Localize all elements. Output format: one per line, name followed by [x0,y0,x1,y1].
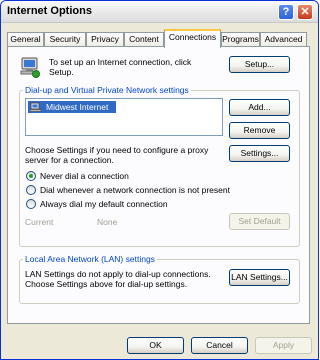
lan-group-legend: Local Area Network (LAN) settings [23,254,157,264]
tab-connections[interactable]: Connections [164,29,221,48]
connections-listbox[interactable]: Midwest Internet [25,98,223,136]
current-label: Current [25,217,54,227]
never-dial-radio[interactable] [26,171,36,181]
set-default-button[interactable]: Set Default [229,213,290,230]
lan-description-line1: LAN Settings do not apply to dial-up con… [25,269,211,279]
tab-security[interactable]: Security [44,32,86,47]
proxy-description-line2: server for a connection. [25,155,114,165]
apply-button[interactable]: Apply [255,337,312,354]
help-button[interactable]: ? [278,4,294,20]
always-dial-radio[interactable] [26,199,36,209]
window-title: Internet Options [7,5,92,17]
settings-button[interactable]: Settings... [229,145,290,162]
connections-panel: To set up an Internet connection, click … [7,46,310,324]
list-item-label: Midwest Internet [46,102,109,112]
never-dial-label[interactable]: Never dial a connection [40,171,129,181]
tab-general[interactable]: General [7,32,44,47]
setup-button[interactable]: Setup... [229,56,290,73]
lan-description-line2: Choose Settings above for dial-up settin… [25,279,188,289]
dialup-group-legend: Dial-up and Virtual Private Network sett… [23,85,191,95]
ok-button[interactable]: OK [127,337,184,354]
lan-settings-button[interactable]: LAN Settings... [229,269,290,286]
dial-when-needed-radio[interactable] [26,185,36,195]
title-bar[interactable]: Internet Options ? ✕ [1,1,318,23]
tab-programs[interactable]: Programs [221,32,260,47]
tab-content[interactable]: Content [124,32,164,47]
dial-when-needed-label[interactable]: Dial whenever a network connection is no… [40,185,230,195]
internet-options-dialog: Internet Options ? ✕ General Security Pr… [0,0,319,360]
tab-privacy[interactable]: Privacy [86,32,124,47]
cancel-button[interactable]: Cancel [191,337,248,354]
remove-button[interactable]: Remove [229,122,290,139]
setup-description-line2: Setup. [49,67,74,77]
tab-advanced[interactable]: Advanced [260,32,307,47]
dialup-connection-icon [29,102,42,112]
current-value: None [97,217,118,227]
always-dial-label[interactable]: Always dial my default connection [40,199,168,209]
radio-selected-dot [29,174,33,178]
add-button[interactable]: Add... [229,99,290,116]
setup-description-line1: To set up an Internet connection, click [49,57,192,67]
close-button[interactable]: ✕ [297,4,313,20]
proxy-description-line1: Choose Settings if you need to configure… [25,145,209,155]
connection-wizard-icon [19,56,41,78]
list-item[interactable]: Midwest Internet [28,101,116,113]
